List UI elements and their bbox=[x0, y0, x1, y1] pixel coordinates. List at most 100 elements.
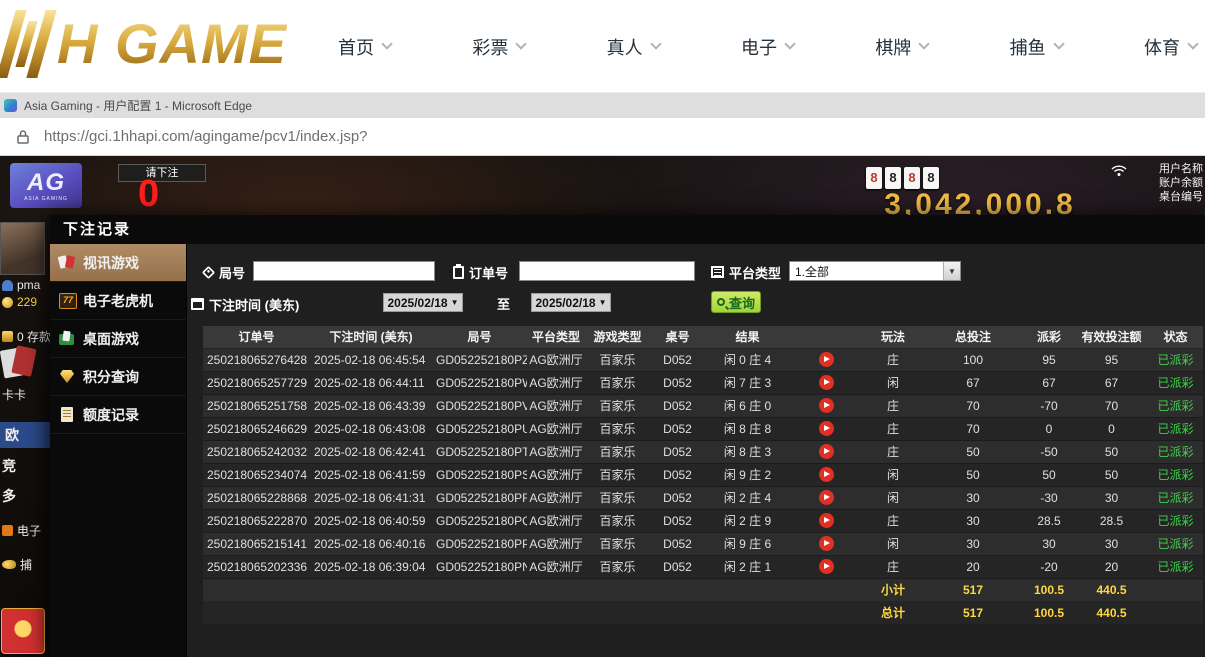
play-button[interactable] bbox=[819, 513, 834, 528]
cell-method: 庄 bbox=[863, 417, 923, 440]
nav-item[interactable]: 真人 bbox=[607, 34, 660, 60]
lobby-side-item[interactable]: 卡卡 bbox=[2, 386, 26, 403]
modal-menu-item-label: 积分查询 bbox=[83, 367, 139, 387]
user-avatar[interactable] bbox=[0, 222, 45, 275]
platform-label-text: 平台类型 bbox=[729, 263, 781, 282]
date-to-picker[interactable]: 2025/02/18▼ bbox=[531, 293, 611, 312]
cell-platform: AG欧洲厅 bbox=[527, 486, 585, 509]
cell-table: D052 bbox=[650, 348, 705, 371]
cell-payout: 67 bbox=[1023, 371, 1075, 394]
cell-time: 2025-02-18 06:43:39 bbox=[310, 394, 432, 417]
url-text[interactable]: https://gci.1hhapi.com/agingame/pcv1/ind… bbox=[44, 128, 368, 145]
lobby-side-item[interactable]: 捕 bbox=[2, 556, 32, 573]
game-area: AG ASIA GAMING 请下注 0 8888 3,042,000.8 用户… bbox=[0, 156, 1205, 657]
round-input[interactable] bbox=[253, 261, 435, 281]
to-label: 至 bbox=[497, 294, 510, 313]
cell-time: 2025-02-18 06:39:04 bbox=[310, 555, 432, 578]
bet-records-table: 订单号下注时间 (美东)局号平台类型游戏类型桌号结果玩法总投注派彩有效投注额状态… bbox=[203, 326, 1203, 624]
list-icon bbox=[711, 266, 724, 278]
cell-order: 250218065242032 bbox=[203, 440, 310, 463]
modal-menu-item[interactable]: 桌面游戏 bbox=[50, 320, 186, 358]
nav-item[interactable]: 彩票 bbox=[472, 34, 525, 60]
play-button[interactable] bbox=[819, 490, 834, 505]
browser-urlbar[interactable]: https://gci.1hhapi.com/agingame/pcv1/ind… bbox=[0, 118, 1205, 156]
cell-bet: 70 bbox=[923, 394, 1023, 417]
modal-menu-item[interactable]: 电子老虎机 bbox=[50, 282, 186, 320]
play-button[interactable] bbox=[819, 352, 834, 367]
logo-mark-icon bbox=[0, 10, 57, 78]
cell-round: GD052252180PR bbox=[432, 486, 527, 509]
lobby-side-item[interactable]: 229 bbox=[2, 295, 37, 309]
nav-item[interactable]: 捕鱼 bbox=[1010, 34, 1063, 60]
play-button[interactable] bbox=[819, 421, 834, 436]
summary-label: 小计 bbox=[863, 578, 923, 601]
cell-game: 百家乐 bbox=[585, 509, 650, 532]
cell-result: 闲 2 庄 1 bbox=[705, 555, 790, 578]
summary-bet: 517 bbox=[923, 578, 1023, 601]
cell-method: 闲 bbox=[863, 463, 923, 486]
play-button[interactable] bbox=[819, 467, 834, 482]
lobby-side-item[interactable]: 竞 bbox=[2, 456, 16, 476]
cell-round: GD052252180PQ bbox=[432, 509, 527, 532]
modal-menu-item[interactable]: 积分查询 bbox=[50, 358, 186, 396]
lobby-side-item[interactable]: 欧 bbox=[0, 422, 50, 448]
summary-label: 总计 bbox=[863, 601, 923, 624]
cell-method: 庄 bbox=[863, 348, 923, 371]
caret-down-icon: ▼ bbox=[451, 298, 459, 307]
site-logo[interactable]: H GAME bbox=[6, 10, 287, 78]
diamond-icon bbox=[59, 369, 76, 384]
platform-select[interactable]: 1.全部 ▼ bbox=[789, 261, 961, 281]
column-header: 下注时间 (美东) bbox=[310, 326, 432, 348]
cell-game: 百家乐 bbox=[585, 463, 650, 486]
play-button[interactable] bbox=[819, 398, 834, 413]
cell-payout: 95 bbox=[1023, 348, 1075, 371]
cell-time: 2025-02-18 06:42:41 bbox=[310, 440, 432, 463]
lobby-side-item[interactable]: pma bbox=[2, 278, 40, 292]
platform-select-value: 1.全部 bbox=[795, 263, 829, 280]
nav-item[interactable]: 电子 bbox=[741, 34, 794, 60]
search-button[interactable]: 查询 bbox=[711, 291, 761, 313]
modal-menu-item-label: 额度记录 bbox=[83, 405, 139, 425]
cell-order: 250218065222870 bbox=[203, 509, 310, 532]
column-header: 局号 bbox=[432, 326, 527, 348]
cell-method: 庄 bbox=[863, 509, 923, 532]
screen: H GAME 首页彩票真人电子棋牌捕鱼体育 Asia Gaming - 用户配置… bbox=[0, 0, 1205, 657]
cell-status: 已派彩 bbox=[1148, 463, 1203, 486]
lobby-side-item[interactable]: 电子 bbox=[2, 522, 41, 539]
lobby-side-item[interactable]: 0 存款 bbox=[2, 328, 51, 345]
cell-platform: AG欧洲厅 bbox=[527, 371, 585, 394]
cell-payout: -70 bbox=[1023, 394, 1075, 417]
nav-item-label: 首页 bbox=[338, 34, 374, 60]
play-button[interactable] bbox=[819, 444, 834, 459]
nav-item[interactable]: 首页 bbox=[338, 34, 391, 60]
ag-logo: AG ASIA GAMING bbox=[10, 163, 82, 208]
lobby-side-item[interactable]: 多 bbox=[2, 486, 16, 506]
cell-order: 250218065251758 bbox=[203, 394, 310, 417]
nav-item[interactable]: 体育 bbox=[1144, 34, 1197, 60]
play-button[interactable] bbox=[819, 559, 834, 574]
date-from-picker[interactable]: 2025/02/18▼ bbox=[383, 293, 463, 312]
cell-table: D052 bbox=[650, 532, 705, 555]
cell-round: GD052252180PP bbox=[432, 532, 527, 555]
column-header: 游戏类型 bbox=[585, 326, 650, 348]
info-label: 桌台编号 bbox=[1159, 190, 1203, 204]
cell-game: 百家乐 bbox=[585, 394, 650, 417]
modal-menu-item[interactable]: 额度记录 bbox=[50, 396, 186, 434]
modal-menu-item[interactable]: 视讯游戏 bbox=[50, 244, 186, 282]
money-icon bbox=[2, 331, 13, 342]
promo-badge[interactable] bbox=[1, 608, 45, 654]
nav-item[interactable]: 棋牌 bbox=[875, 34, 928, 60]
cell-empty bbox=[203, 578, 863, 601]
bet-records-modal: 下注记录 视讯游戏电子老虎机桌面游戏积分查询额度记录 局号 订单号 bbox=[50, 215, 1205, 657]
column-header: 总投注 bbox=[923, 326, 1023, 348]
cell-valid: 0 bbox=[1075, 417, 1148, 440]
subtotal-row: 小计517100.5440.5 bbox=[203, 578, 1203, 601]
cell-round: GD052252180PW bbox=[432, 371, 527, 394]
cell-bet: 30 bbox=[923, 486, 1023, 509]
order-input[interactable] bbox=[519, 261, 695, 281]
ag-logo-subtext: ASIA GAMING bbox=[24, 196, 68, 202]
lobby-side-item-label: 捕 bbox=[20, 556, 32, 573]
cell-platform: AG欧洲厅 bbox=[527, 532, 585, 555]
play-button[interactable] bbox=[819, 375, 834, 390]
play-button[interactable] bbox=[819, 536, 834, 551]
